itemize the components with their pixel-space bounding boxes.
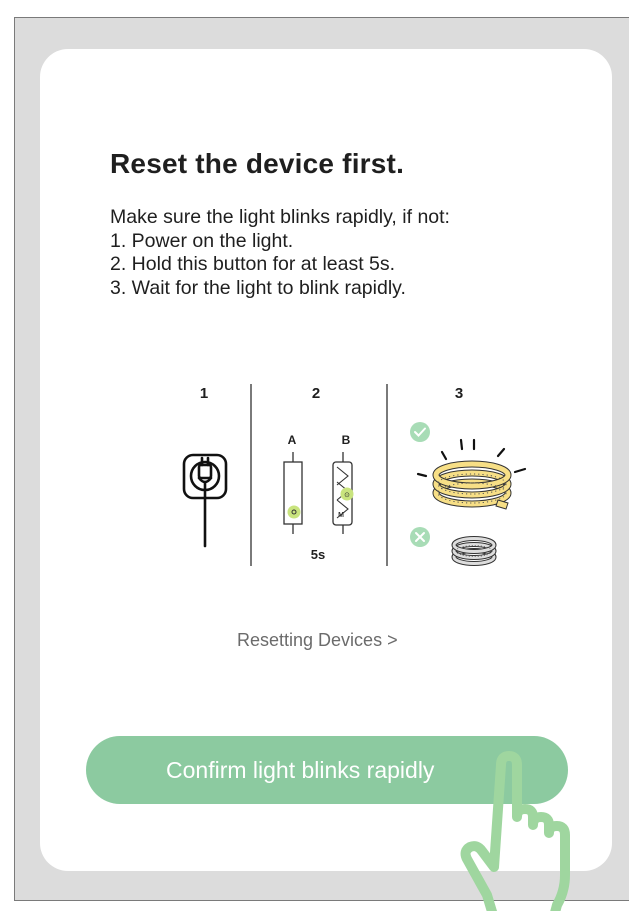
check-icon <box>410 422 430 442</box>
reset-button-highlight <box>287 505 301 519</box>
led-strip-off-icon <box>451 536 497 566</box>
step-number-1: 1 <box>200 385 208 402</box>
led-strip-icon <box>432 460 512 510</box>
mode-button-label: ⊙ <box>344 491 350 499</box>
device-label-a: A <box>288 433 297 447</box>
plug-socket-icon <box>182 453 228 548</box>
device-a <box>283 452 303 534</box>
m-button-label: M <box>338 512 344 519</box>
hold-duration: 5s <box>311 547 325 562</box>
instruction-step-3: 3. Wait for the light to blink rapidly. <box>110 276 406 299</box>
cross-icon <box>410 527 430 547</box>
instruction-intro: Make sure the light blinks rapidly, if n… <box>110 206 450 228</box>
resetting-devices-link[interactable]: Resetting Devices > <box>237 630 398 651</box>
reset-steps-illustration: 1 2 3 A B ⊙ M 5s <box>182 384 527 566</box>
instruction-step-2: 2. Hold this button for at least 5s. <box>110 253 396 275</box>
instructions: Make sure the light blinks rapidly, if n… <box>110 206 450 300</box>
device-label-b: B <box>342 433 351 447</box>
step-number-2: 2 <box>312 385 320 402</box>
page-title: Reset the device first. <box>110 148 405 179</box>
device-b: ⊙ M <box>332 452 354 534</box>
step-number-3: 3 <box>455 385 463 402</box>
tap-hand-icon <box>460 751 570 911</box>
instruction-step-1: 1. Power on the light. <box>110 229 294 252</box>
